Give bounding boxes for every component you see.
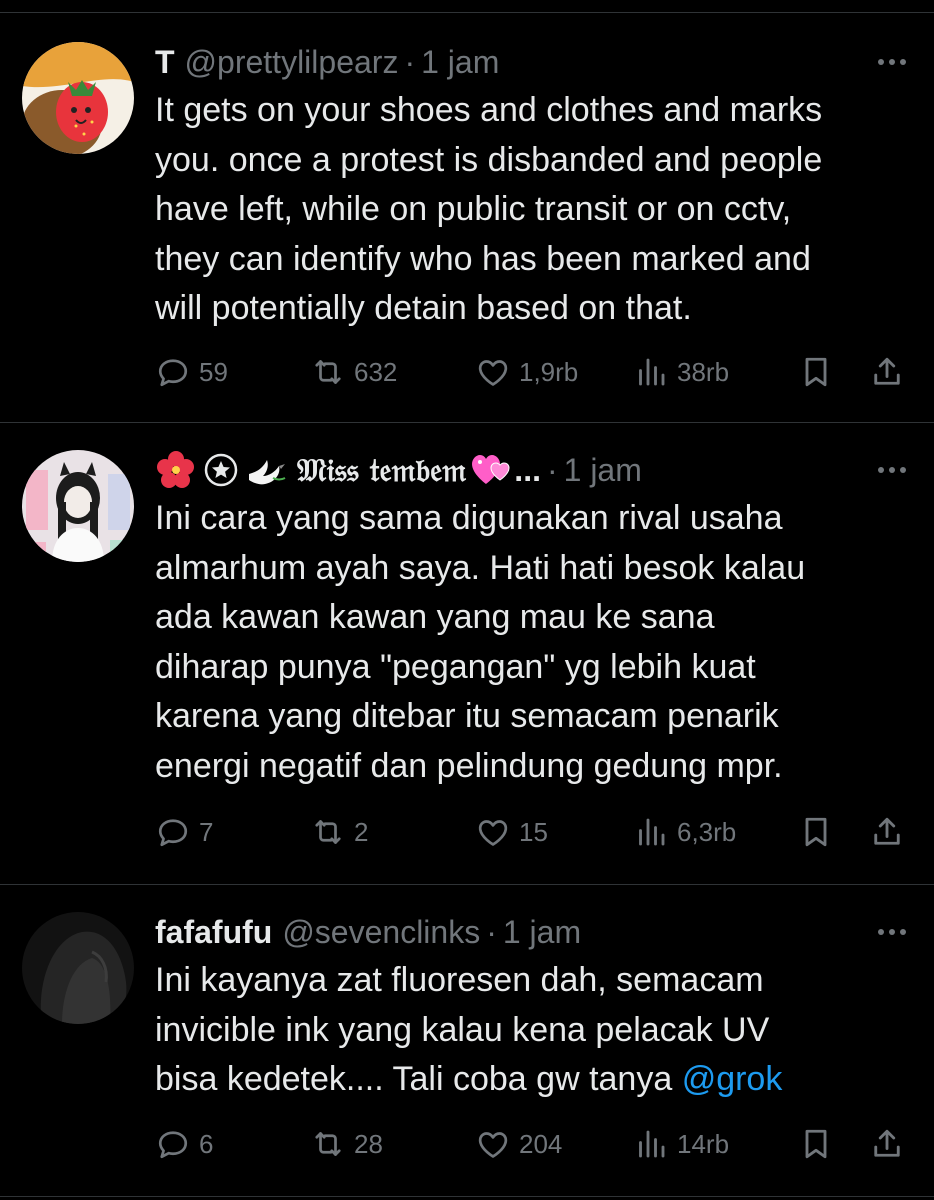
dove-icon [245, 450, 289, 490]
reply-icon [155, 354, 191, 390]
repost-count: 2 [354, 816, 369, 847]
share-icon [869, 814, 905, 850]
separator: · [486, 913, 497, 950]
divider [0, 422, 934, 423]
views-icon [633, 814, 669, 850]
user-handle[interactable]: @sevenclinks [282, 914, 480, 951]
display-name[interactable]: 𝔐𝔦𝔰𝔰 𝔱𝔢𝔪𝔟𝔢𝔪 [297, 451, 466, 490]
reply-count: 59 [199, 356, 228, 387]
like-count: 1,9rb [519, 356, 579, 387]
display-name[interactable]: T [155, 44, 175, 81]
separator: · [546, 451, 558, 488]
divider [0, 884, 934, 885]
tweet-header: T @prettylilpearz · 1 jam [155, 40, 906, 84]
avatar[interactable] [22, 912, 134, 1024]
separator: · [404, 43, 416, 80]
more-icon[interactable] [878, 40, 906, 84]
text-line: It gets on your shoes and clothes and ma… [155, 91, 823, 129]
repost-count: 28 [354, 1128, 383, 1159]
views-button[interactable]: 6,3rb [633, 810, 736, 854]
repost-icon [310, 354, 346, 390]
text-line: energi negatif dan pelindung gedung mpr. [155, 746, 783, 785]
tweet-text: It gets on your shoes and clothes and ma… [155, 86, 906, 334]
text-line: will potentially detain based on that. [155, 289, 692, 327]
like-count: 204 [519, 1128, 563, 1159]
views-button[interactable]: 38rb [633, 350, 729, 394]
text-line: you. once a protest is disbanded and peo… [155, 140, 823, 179]
repost-count: 632 [354, 356, 398, 387]
reply-button[interactable]: 59 [155, 350, 228, 394]
reply-button[interactable]: 6 [155, 1122, 213, 1166]
share-button[interactable] [869, 810, 905, 854]
repost-button[interactable]: 2 [310, 810, 368, 854]
more-icon[interactable] [878, 448, 906, 492]
text-line: ada kawan kawan yang mau ke sana [155, 598, 715, 636]
bookmark-button[interactable] [798, 810, 834, 854]
timestamp[interactable]: 1 jam [564, 452, 642, 489]
heart-icon [470, 450, 514, 490]
avatar[interactable] [22, 42, 134, 154]
repost-icon [310, 1126, 346, 1162]
like-button[interactable]: 1,9rb [475, 350, 578, 394]
views-button[interactable]: 14rb [633, 1122, 729, 1166]
text-line: they can identify who has been marked an… [155, 239, 811, 278]
display-name[interactable]: fafafufu [155, 914, 272, 951]
bookmark-icon [798, 1126, 834, 1162]
share-icon [869, 354, 905, 390]
text-line: Ini cara yang sama digunakan rival usaha [155, 499, 783, 537]
bookmark-button[interactable] [798, 1122, 834, 1166]
reply-count: 7 [199, 816, 214, 847]
text-line: almarhum ayah saya. Hati hati besok kala… [155, 548, 806, 587]
bookmark-icon [798, 354, 834, 390]
share-button[interactable] [869, 350, 905, 394]
more-icon[interactable] [878, 910, 906, 954]
like-icon [475, 1126, 511, 1162]
tweet-text: Ini kayanya zat fluoresen dah, semacam i… [155, 956, 906, 1105]
like-button[interactable]: 204 [475, 1122, 562, 1166]
views-count: 38rb [677, 356, 730, 387]
name-ellipsis: ... [514, 451, 541, 488]
text-line: karena yang ditebar itu semacam penarik [155, 697, 779, 735]
repost-button[interactable]: 28 [310, 1122, 383, 1166]
reply-icon [155, 1126, 191, 1162]
tweet-header: 𝔐𝔦𝔰𝔰 𝔱𝔢𝔪𝔟𝔢𝔪 ... · 1 jam [155, 448, 906, 492]
action-bar: 6 28 204 14rb [155, 1122, 907, 1166]
bookmark-icon [798, 814, 834, 850]
top-divider [0, 0, 934, 13]
avatar[interactable] [22, 450, 134, 562]
views-icon [633, 1126, 669, 1162]
repost-button[interactable]: 632 [310, 350, 397, 394]
tweet-text: Ini cara yang sama digunakan rival usaha… [155, 494, 906, 791]
text-line: bisa kedetek.... Tali coba gw tanya @gro… [155, 1055, 906, 1105]
timestamp[interactable]: 1 jam [421, 44, 499, 81]
tweet-header: fafafufu @sevenclinks · 1 jam [155, 910, 906, 954]
like-icon [475, 814, 511, 850]
divider [0, 1196, 934, 1197]
text-line: invicible ink yang kalau kena pelacak UV [155, 1010, 770, 1049]
text-line: have left, while on public transit or on… [155, 190, 792, 228]
like-icon [475, 354, 511, 390]
action-bar: 59 632 1,9rb 38rb [155, 350, 907, 394]
mention-link[interactable]: @grok [682, 1060, 783, 1098]
user-handle[interactable]: @prettylilpearz [185, 44, 399, 81]
text-line: diharap punya "pegangan" yg lebih kuat [155, 647, 756, 686]
text-segment: bisa kedetek.... Tali coba gw tanya [155, 1060, 682, 1098]
reply-count: 6 [199, 1128, 214, 1159]
text-line: Ini kayanya zat fluoresen dah, semacam [155, 961, 764, 999]
repost-icon [310, 814, 346, 850]
share-button[interactable] [869, 1122, 905, 1166]
hibiscus-icon [155, 449, 197, 491]
star-circle-icon [203, 452, 239, 488]
timestamp[interactable]: 1 jam [503, 914, 581, 951]
like-button[interactable]: 15 [475, 810, 548, 854]
views-icon [633, 354, 669, 390]
bookmark-button[interactable] [798, 350, 834, 394]
action-bar: 7 2 15 6,3rb [155, 810, 907, 854]
like-count: 15 [519, 816, 548, 847]
share-icon [869, 1126, 905, 1162]
views-count: 6,3rb [677, 816, 737, 847]
views-count: 14rb [677, 1128, 730, 1159]
reply-button[interactable]: 7 [155, 810, 213, 854]
reply-icon [155, 814, 191, 850]
